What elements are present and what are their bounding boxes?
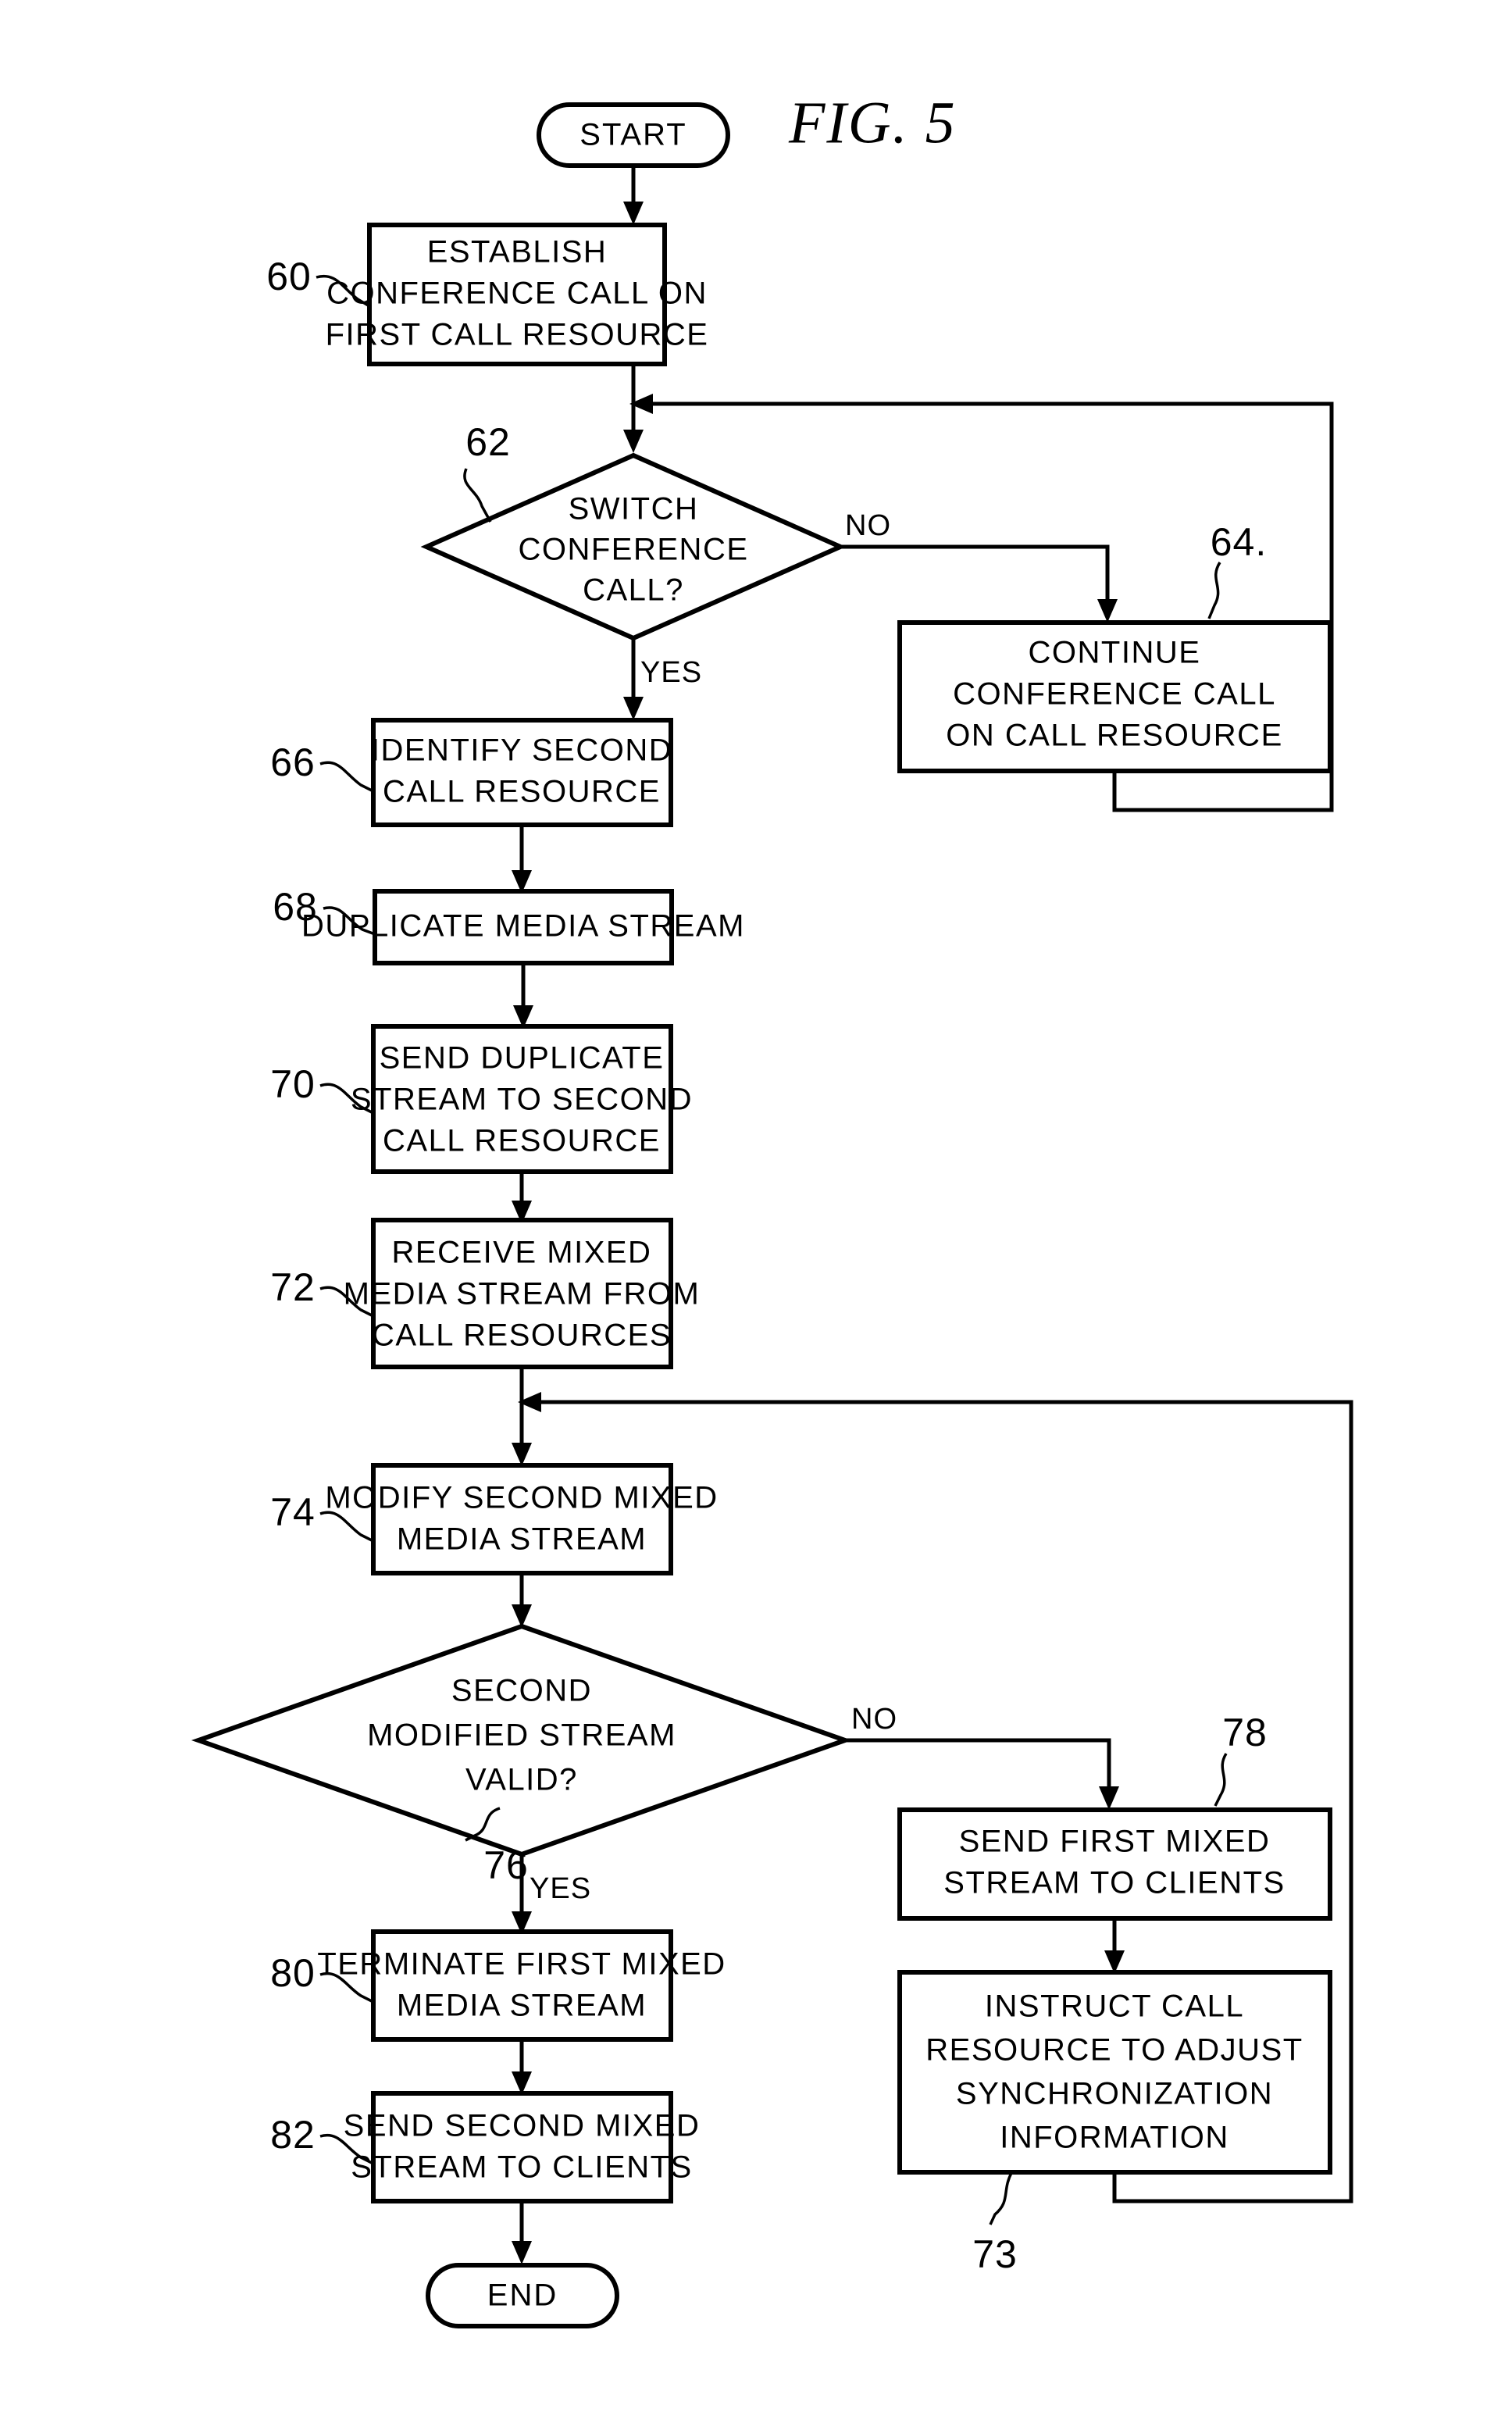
- branch-label-76-yes: YES: [530, 1872, 591, 1905]
- decision-diamond-62: SWITCH CONFERENCE CALL?: [420, 452, 847, 641]
- decision-62-line-1: SWITCH: [569, 492, 699, 526]
- ref-leader-62: 62: [463, 420, 511, 523]
- step-72-line-3: CALL RESOURCES: [372, 1318, 672, 1353]
- step-70-line-1: SEND DUPLICATE: [380, 1041, 665, 1076]
- step-74-line-2: MEDIA STREAM: [397, 1522, 647, 1557]
- step-box-73: INSTRUCT CALL RESOURCE TO ADJUST SYNCHRO…: [897, 1970, 1332, 2175]
- step-60-line-3: FIRST CALL RESOURCE: [326, 318, 709, 352]
- step-72-line-1: RECEIVE MIXED: [392, 1236, 652, 1270]
- step-64-line-3: ON CALL RESOURCE: [946, 719, 1283, 753]
- step-82-line-2: STREAM TO CLIENTS: [351, 2150, 692, 2185]
- ref-numeral-72: 72: [270, 1265, 316, 1309]
- decision-76-line-1: SECOND: [451, 1674, 592, 1708]
- step-64-line-1: CONTINUE: [1029, 636, 1201, 670]
- ref-numeral-68: 68: [273, 885, 318, 929]
- start-terminal-label: START: [579, 118, 686, 152]
- step-66-line-2: CALL RESOURCE: [383, 775, 661, 809]
- ref-numeral-80: 80: [270, 1951, 316, 1995]
- step-78-line-1: SEND FIRST MIXED: [959, 1825, 1271, 1859]
- connector-66-to-68: [512, 825, 532, 894]
- connector-start-to-60: [623, 166, 644, 225]
- step-73-line-2: RESOURCE TO ADJUST: [925, 2033, 1303, 2068]
- step-box-72: RECEIVE MIXED MEDIA STREAM FROM CALL RES…: [344, 1218, 701, 1369]
- connector-74-to-76: [512, 1573, 532, 1628]
- step-72-line-2: MEDIA STREAM FROM: [344, 1277, 701, 1311]
- step-68-line-1: DUPLICATE MEDIA STREAM: [301, 909, 745, 944]
- step-80-line-2: MEDIA STREAM: [397, 1989, 647, 2023]
- branch-76-no: NO: [845, 1703, 1119, 1810]
- ref-numeral-82: 82: [270, 2113, 316, 2157]
- branch-76-yes: YES: [512, 1854, 591, 1935]
- branch-label-76-no: NO: [851, 1703, 897, 1736]
- decision-76-line-3: VALID?: [465, 1763, 578, 1797]
- step-box-64: CONTINUE CONFERENCE CALL ON CALL RESOURC…: [897, 620, 1332, 773]
- ref-leader-78: 78: [1214, 1711, 1268, 1807]
- connector-70-to-72: [512, 1172, 532, 1224]
- ref-numeral-78: 78: [1222, 1711, 1268, 1754]
- step-box-68: DUPLICATE MEDIA STREAM: [301, 889, 745, 965]
- start-terminal: START: [537, 102, 730, 168]
- ref-numeral-74: 74: [270, 1490, 316, 1534]
- connector-82-to-end: [512, 2201, 532, 2264]
- branch-62-no: NO: [840, 509, 1118, 623]
- step-box-78: SEND FIRST MIXED STREAM TO CLIENTS: [897, 1807, 1332, 1921]
- step-box-80: TERMINATE FIRST MIXED MEDIA STREAM: [317, 1929, 726, 2042]
- ref-leader-73: 73: [972, 2172, 1018, 2276]
- step-64-line-2: CONFERENCE CALL: [953, 677, 1276, 712]
- figure-title: FIG. 5: [788, 90, 957, 155]
- step-73-line-4: INFORMATION: [1000, 2121, 1229, 2155]
- step-box-74: MODIFY SECOND MIXED MEDIA STREAM: [325, 1463, 718, 1575]
- ref-numeral-70: 70: [270, 1062, 316, 1106]
- step-60-line-1: ESTABLISH: [427, 235, 608, 269]
- connector-72-to-74: [512, 1367, 532, 1466]
- decision-76-line-2: MODIFIED STREAM: [367, 1718, 676, 1753]
- step-82-line-1: SEND SECOND MIXED: [344, 2109, 701, 2143]
- step-74-line-1: MODIFY SECOND MIXED: [325, 1481, 718, 1515]
- step-70-line-3: CALL RESOURCE: [383, 1124, 661, 1158]
- ref-numeral-66: 66: [270, 740, 316, 784]
- step-78-line-2: STREAM TO CLIENTS: [943, 1866, 1285, 1900]
- flowchart-canvas: FIG. 5 START ESTABLISH CONFERENCE CALL O…: [191, 90, 1353, 2328]
- decision-62-line-2: CONFERENCE: [518, 533, 748, 567]
- patent-figure-page: FIG. 5 START ESTABLISH CONFERENCE CALL O…: [0, 0, 1512, 2430]
- step-box-70: SEND DUPLICATE STREAM TO SECOND CALL RES…: [351, 1024, 693, 1174]
- connector-78-to-73: [1104, 1918, 1125, 1974]
- end-terminal-label: END: [487, 2278, 558, 2313]
- step-box-82: SEND SECOND MIXED STREAM TO CLIENTS: [344, 2091, 701, 2203]
- step-80-line-1: TERMINATE FIRST MIXED: [317, 1947, 726, 1982]
- step-66-line-1: IDENTIFY SECOND: [371, 733, 672, 768]
- ref-numeral-62: 62: [465, 420, 511, 464]
- ref-leader-64: 64.: [1207, 520, 1268, 619]
- decision-diamond-76: SECOND MODIFIED STREAM VALID?: [191, 1623, 853, 1857]
- branch-label-62-no: NO: [845, 509, 891, 542]
- step-box-60: ESTABLISH CONFERENCE CALL ON FIRST CALL …: [326, 223, 709, 366]
- decision-62-line-3: CALL?: [583, 573, 684, 608]
- ref-numeral-73: 73: [972, 2232, 1018, 2276]
- connector-80-to-82: [512, 2039, 532, 2095]
- connector-68-to-70: [513, 963, 533, 1029]
- ref-numeral-60: 60: [266, 255, 312, 298]
- step-60-line-2: CONFERENCE CALL ON: [326, 277, 708, 311]
- end-terminal: END: [426, 2263, 619, 2328]
- step-70-line-2: STREAM TO SECOND: [351, 1083, 693, 1117]
- step-73-line-1: INSTRUCT CALL: [985, 1989, 1244, 2024]
- branch-62-yes: YES: [623, 638, 702, 720]
- branch-label-62-yes: YES: [640, 656, 702, 689]
- step-box-66: IDENTIFY SECOND CALL RESOURCE: [371, 718, 673, 827]
- ref-numeral-64: 64.: [1211, 520, 1268, 564]
- step-73-line-3: SYNCHRONIZATION: [956, 2077, 1273, 2111]
- ref-leader-66: 66: [270, 740, 374, 793]
